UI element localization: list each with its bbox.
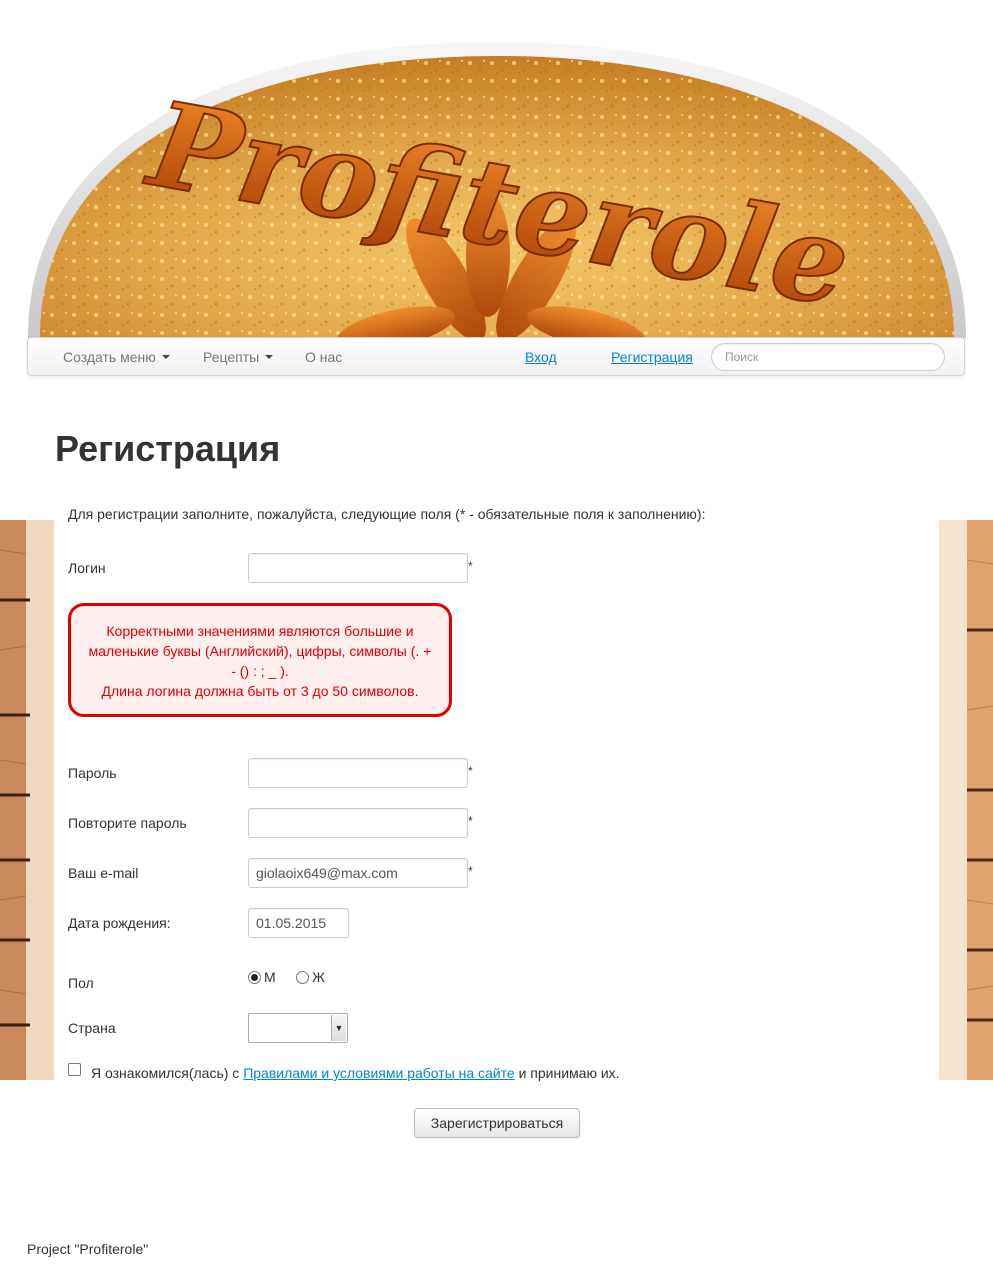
login-input[interactable]	[248, 553, 468, 583]
nav-login-link[interactable]: Вход	[525, 349, 557, 365]
nav-recipes-label: Рецепты	[203, 349, 260, 365]
gender-label: Пол	[68, 975, 94, 991]
login-label: Логин	[68, 560, 106, 576]
login-error-rules: Корректными значениями являются большие …	[88, 623, 432, 679]
register-submit-button[interactable]: Зарегистрироваться	[414, 1108, 580, 1138]
terms-text-before: Я ознакомился(лась) с	[91, 1065, 244, 1081]
gender-radio-m[interactable]	[248, 971, 261, 984]
search-input[interactable]	[711, 343, 945, 371]
gender-option-m-label: М	[264, 969, 276, 985]
country-label: Страна	[68, 1020, 116, 1036]
terms-link[interactable]: Правилами и условиями работы на сайте	[243, 1065, 515, 1081]
email-required-mark: *	[468, 864, 473, 878]
page-title: Регистрация	[55, 428, 281, 469]
email-input[interactable]	[248, 858, 468, 888]
nav-create-menu-dropdown[interactable]: Создать меню	[63, 349, 170, 365]
password-required-mark: *	[468, 764, 473, 778]
footer-text: Project "Profiterole"	[27, 1241, 149, 1257]
wood-decoration-left	[0, 520, 54, 1080]
wood-decoration-right	[939, 520, 993, 1080]
gender-radio-f[interactable]	[296, 971, 309, 984]
country-select[interactable]: ▼	[248, 1013, 348, 1043]
login-error-length: Длина логина должна быть от 3 до 50 симв…	[101, 683, 419, 699]
password-input[interactable]	[248, 758, 468, 788]
password-repeat-label: Повторите пароль	[68, 815, 187, 831]
registration-intro: Для регистрации заполните, пожалуйста, с…	[68, 506, 706, 522]
site-banner: Profiterole	[26, 40, 968, 338]
nav-recipes-dropdown[interactable]: Рецепты	[203, 349, 274, 365]
birthdate-label: Дата рождения:	[68, 915, 171, 931]
login-required-mark: *	[468, 559, 473, 573]
terms-checkbox[interactable]	[68, 1063, 81, 1076]
gender-option-f-label: Ж	[312, 969, 325, 985]
caret-down-icon	[161, 355, 170, 360]
caret-down-icon	[265, 355, 274, 360]
password-repeat-required-mark: *	[468, 814, 473, 828]
navbar: Создать меню Рецепты О нас Вход Регистра…	[27, 337, 965, 376]
banner-logo-image: Profiterole	[28, 42, 966, 338]
password-repeat-input[interactable]	[248, 808, 468, 838]
nav-about-link[interactable]: О нас	[305, 349, 342, 365]
birthdate-input[interactable]	[248, 908, 349, 938]
nav-create-menu-label: Создать меню	[63, 349, 156, 365]
login-error-message: Корректными значениями являются большие …	[68, 603, 452, 717]
nav-register-link[interactable]: Регистрация	[611, 349, 693, 365]
chevron-down-icon: ▼	[331, 1015, 346, 1041]
terms-text-after: и принимаю их.	[514, 1065, 620, 1081]
email-label: Ваш e-mail	[68, 865, 139, 881]
terms-text: Я ознакомился(лась) с Правилами и услови…	[91, 1065, 620, 1081]
password-label: Пароль	[68, 765, 117, 781]
